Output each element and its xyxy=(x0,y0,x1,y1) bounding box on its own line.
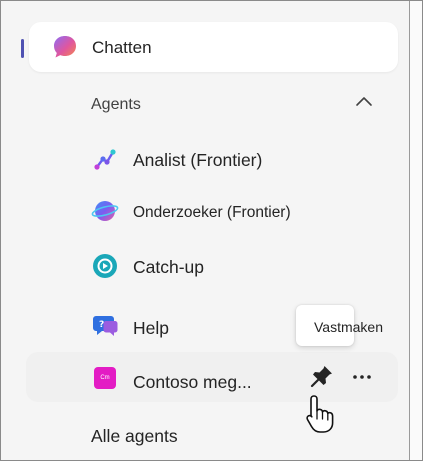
contoso-icon-text: Cm xyxy=(100,375,110,381)
analist-icon xyxy=(94,149,116,170)
agent-label: Contoso meg... xyxy=(133,372,252,392)
all-agents-link[interactable]: Alle agents xyxy=(91,426,178,447)
hand-cursor-icon xyxy=(306,395,334,433)
contoso-icon: Cm xyxy=(94,367,116,389)
scrollbar[interactable] xyxy=(409,1,422,460)
sidebar-panel: Chatten Agents Analist (Frontier) Onderz… xyxy=(0,0,423,461)
catch-up-icon xyxy=(93,254,117,278)
agent-item-analist[interactable]: Analist (Frontier) xyxy=(91,141,381,175)
agent-item-onderzoeker[interactable]: Onderzoeker (Frontier) xyxy=(91,193,381,227)
svg-text:?: ? xyxy=(99,320,104,330)
tooltip-text: Vastmaken xyxy=(314,319,383,335)
agent-item-contoso[interactable]: Cm Contoso meg... xyxy=(26,352,398,402)
chevron-up-icon[interactable] xyxy=(353,93,375,111)
help-icon: ? xyxy=(93,316,118,336)
agent-item-catch-up[interactable]: Catch-up xyxy=(91,248,381,282)
chat-nav-item[interactable]: Chatten xyxy=(29,22,398,72)
agent-label: Help xyxy=(133,318,169,338)
chat-label: Chatten xyxy=(92,38,152,57)
agent-label: Catch-up xyxy=(133,257,205,277)
more-options-icon[interactable] xyxy=(348,364,376,390)
agents-section-title: Agents xyxy=(91,96,141,113)
copilot-chat-icon xyxy=(54,36,76,58)
onderzoeker-icon xyxy=(91,201,119,221)
agent-label: Analist (Frontier) xyxy=(133,150,263,170)
active-indicator xyxy=(21,39,24,58)
pin-icon[interactable] xyxy=(308,362,336,390)
agent-label: Onderzoeker (Frontier) xyxy=(133,204,291,221)
